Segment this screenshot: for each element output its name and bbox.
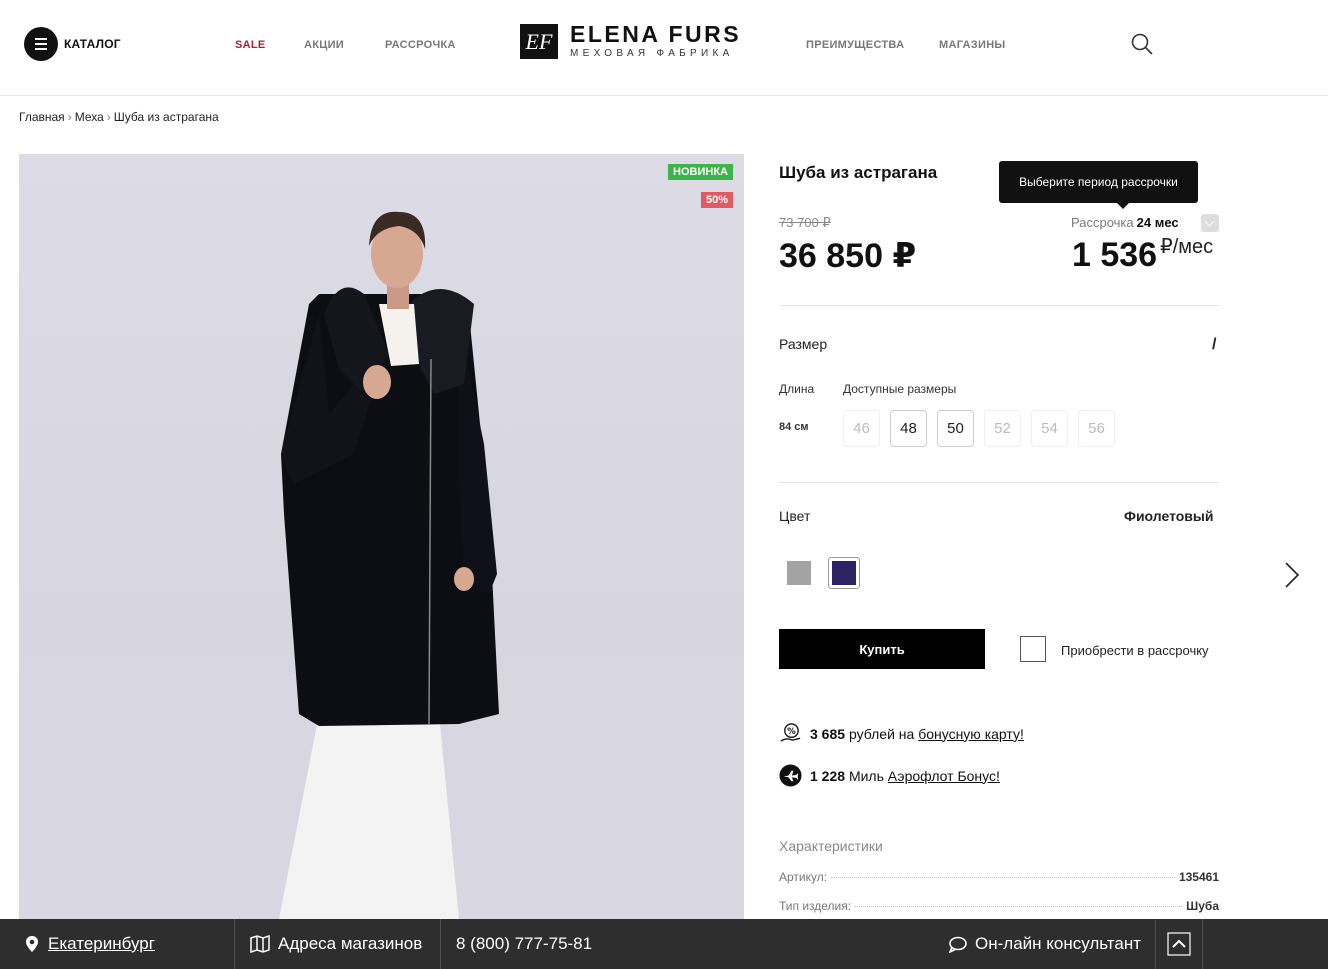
badge-discount: 50%	[700, 192, 733, 208]
installment-tooltip: Выберите период рассрочки	[999, 161, 1198, 209]
characteristic-key: Артикул:	[779, 870, 828, 884]
catalog-button[interactable]: КАТАЛОГ	[24, 27, 121, 61]
installment-label: Рассрочка 24 мес	[1071, 215, 1179, 230]
online-consultant-button[interactable]: Он-лайн консультант	[948, 919, 1141, 969]
chevron-up-icon	[1166, 932, 1191, 956]
bonus-amount: 3 685	[810, 725, 846, 742]
bonus-card-link[interactable]: бонусную карту!	[918, 726, 1024, 742]
logo-mark: EF	[520, 24, 558, 59]
color-value: Фиолетовый	[1124, 508, 1214, 524]
miles-info: 1 228 Миль Аэрофлот Бонус!	[779, 764, 1000, 787]
buy-button[interactable]: Купить	[779, 629, 985, 669]
size-option-48[interactable]: 48	[890, 410, 927, 447]
breadcrumb-separator: ›	[67, 110, 72, 124]
old-price: 73 700 ₽	[779, 215, 831, 230]
divider	[440, 919, 441, 969]
color-label: Цвет	[779, 508, 811, 524]
divider	[779, 482, 1219, 483]
nav-stores[interactable]: МАГАЗИНЫ	[939, 39, 1006, 51]
nav-advantages[interactable]: ПРЕИМУЩЕСТВА	[806, 39, 904, 51]
size-option-54[interactable]: 54	[1031, 410, 1068, 447]
chevron-right-icon[interactable]	[1282, 562, 1302, 588]
product-title: Шуба из астрагана	[779, 163, 938, 182]
breadcrumb-home[interactable]: Главная	[19, 110, 65, 124]
size-option-46[interactable]: 46	[843, 410, 880, 447]
location-pin-icon	[26, 936, 38, 952]
nav-installment[interactable]: РАССРОЧКА	[385, 39, 456, 51]
divider	[234, 919, 235, 969]
site-header: КАТАЛОГ SALE АКЦИИ РАССРОЧКА EF ELENA FU…	[0, 0, 1328, 96]
installment-period[interactable]: 24 мес	[1137, 215, 1179, 230]
logo-subtitle: МЕХОВАЯ ФАБРИКА	[570, 48, 734, 59]
divider	[779, 305, 1219, 306]
menu-icon	[24, 27, 58, 61]
bottom-bar: Екатеринбург Адреса магазинов 8 (800) 77…	[0, 919, 1328, 969]
length-label: Длина	[779, 382, 815, 396]
catalog-label: КАТАЛОГ	[64, 37, 121, 51]
model-in-coat-image	[279, 211, 499, 919]
product-photo[interactable]: НОВИНКА 50%	[19, 154, 744, 919]
badge-new: НОВИНКА	[668, 164, 733, 180]
available-sizes-label: Доступные размеры	[843, 382, 957, 396]
chat-bubble-icon	[948, 936, 967, 953]
length-value: 84 см	[779, 421, 809, 433]
color-swatch-grey[interactable]	[783, 557, 815, 589]
size-value: /	[1212, 336, 1217, 353]
map-icon	[250, 935, 270, 953]
nav-promotions[interactable]: АКЦИИ	[304, 39, 344, 51]
installment-checkbox[interactable]	[1020, 636, 1046, 662]
characteristic-key: Тип изделия:	[779, 899, 852, 913]
online-consultant-label: Он-лайн консультант	[975, 934, 1142, 953]
size-option-56[interactable]: 56	[1078, 410, 1115, 447]
breadcrumb-current: Шуба из астрагана	[113, 110, 219, 124]
price: 36 850 ₽	[779, 237, 917, 275]
search-icon[interactable]	[1130, 32, 1154, 56]
installment-checkbox-label[interactable]: Приобрести в рассрочку	[1061, 643, 1209, 658]
chevron-down-icon[interactable]	[1201, 214, 1219, 232]
divider	[1202, 919, 1203, 969]
airplane-icon	[779, 764, 802, 787]
store-addresses-link[interactable]: Адреса магазинов	[250, 919, 422, 969]
bonus-text: рублей на	[848, 725, 915, 742]
installment-label-text: Рассрочка	[1071, 215, 1134, 230]
installment-price: 1 536	[1072, 236, 1158, 274]
phone-link[interactable]: 8 (800) 777-75-81	[456, 919, 592, 969]
size-label: Размер	[779, 336, 828, 352]
logo[interactable]: EF ELENA FURS МЕХОВАЯ ФАБРИКА	[520, 23, 741, 60]
breadcrumb: Главная › Меха › Шуба из астрагана	[19, 110, 219, 124]
nav-sale[interactable]: SALE	[235, 39, 266, 51]
breadcrumb-furs[interactable]: Меха	[75, 110, 104, 124]
store-addresses-label: Адреса магазинов	[278, 934, 423, 953]
scroll-to-top-button[interactable]	[1155, 919, 1202, 969]
installment-unit: ₽/мес	[1160, 236, 1214, 258]
logo-title: ELENA FURS	[570, 21, 742, 47]
size-option-50[interactable]: 50	[937, 410, 974, 447]
color-swatch-violet[interactable]	[828, 557, 860, 589]
size-option-52[interactable]: 52	[984, 410, 1021, 447]
city-name: Екатеринбург	[48, 934, 155, 953]
characteristic-row: Артикул: 135461	[779, 870, 1219, 884]
breadcrumb-separator: ›	[106, 110, 111, 124]
bonus-card-info: % 3 685 рублей на бонусную карту!	[779, 722, 1024, 745]
characteristics-title: Характеристики	[779, 838, 883, 854]
miles-amount: 1 228	[810, 767, 846, 784]
aeroflot-bonus-link[interactable]: Аэрофлот Бонус!	[888, 768, 1000, 784]
characteristic-value: Шуба	[1186, 899, 1219, 913]
city-selector[interactable]: Екатеринбург	[24, 919, 155, 969]
svg-text:%: %	[787, 727, 796, 737]
miles-text: Миль	[848, 767, 884, 784]
percent-hand-icon: %	[780, 723, 801, 742]
characteristic-value: 135461	[1178, 870, 1219, 884]
characteristic-row: Тип изделия: Шуба	[779, 899, 1219, 913]
